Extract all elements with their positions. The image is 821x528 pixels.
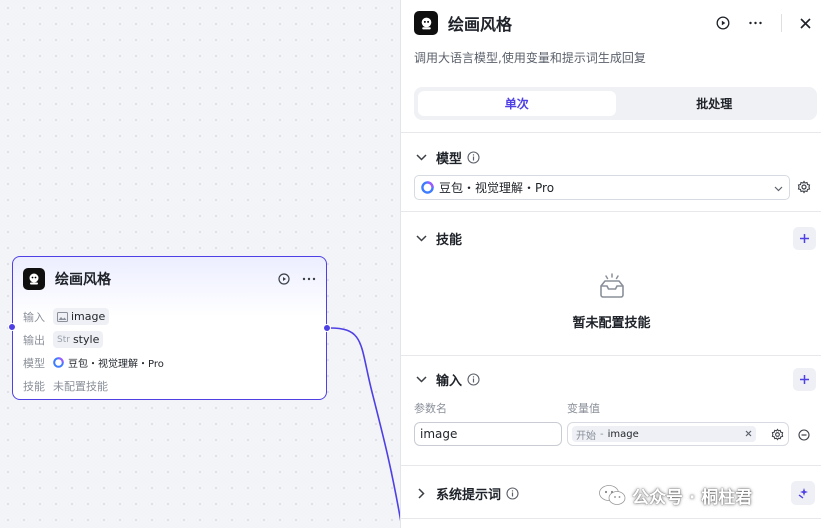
tab-single[interactable]: 单次 [418,91,616,116]
model-label: 模型 [23,356,45,370]
watermark: 公众号 · 桐柱君 [598,480,752,510]
section-divider [401,355,821,356]
skill-section-title: 技能 [436,232,463,248]
node-header: 绘画风格 [23,267,316,291]
more-icon[interactable] [748,21,763,25]
var-value-column-label: 变量值 [567,402,600,415]
var-name: image [607,428,639,440]
skill-label: 技能 [23,379,45,393]
section-divider [401,132,821,133]
model-select[interactable]: 豆包・视觉理解・Pro [414,175,790,200]
add-input-button[interactable] [793,367,816,391]
node-output-port[interactable] [323,324,331,332]
image-icon [57,311,68,322]
run-mode-tabs: 单次 批处理 [414,87,817,120]
input-section-header[interactable]: 输入 [414,367,816,391]
gear-icon[interactable] [797,180,811,194]
node-model-row: 模型 豆包・视觉理解・Pro [23,351,316,374]
clear-icon[interactable] [745,429,752,440]
node-input-port[interactable] [8,323,16,331]
var-value-field[interactable]: 开始 - image [567,422,789,446]
output-value: style [72,333,100,346]
node-input-row: 输入 image [23,305,316,328]
more-icon[interactable] [302,277,316,281]
output-label: 输出 [23,333,45,347]
chevron-down-icon[interactable] [414,231,428,245]
plus-icon [800,374,809,384]
plus-icon [800,233,809,243]
var-separator: - [600,428,604,440]
add-skill-button[interactable] [793,226,816,250]
header-divider [781,14,782,32]
chevron-down-icon[interactable] [414,150,428,164]
model-section-title: 模型 [436,151,463,167]
input-value: image [71,310,106,323]
section-divider [401,211,821,212]
input-label: 输入 [23,310,45,324]
node-title: 绘画风格 [55,272,111,288]
section-divider [401,518,821,519]
string-type-icon: Str [57,334,70,345]
input-chip: image [53,308,110,325]
prompt-section-title: 系统提示词 [436,487,502,503]
skill-empty-state: 暂未配置技能 [401,272,821,331]
var-source: 开始 [576,430,596,442]
llm-node-card[interactable]: 绘画风格 输入 image 输出 Str style 模型 豆包・视觉理解・Pr… [8,256,331,400]
gear-icon[interactable] [771,427,784,441]
empty-box-icon [599,273,624,298]
tab-batch[interactable]: 批处理 [616,91,814,116]
doubao-logo-icon [421,181,434,194]
skill-value: 未配置技能 [53,379,108,393]
input-section-title: 输入 [436,373,463,389]
param-name-column-label: 参数名 [414,402,447,415]
info-icon[interactable] [467,150,480,164]
sparkle-icon [798,488,808,499]
param-name-input[interactable]: image [414,422,562,446]
app-logo-icon [414,11,438,35]
model-value: 豆包・视觉理解・Pro [68,359,164,370]
info-icon[interactable] [506,486,519,500]
info-icon[interactable] [467,372,480,386]
node-skill-row: 技能 未配置技能 [23,374,316,397]
play-icon[interactable] [278,273,290,285]
skill-empty-text: 暂未配置技能 [572,316,651,331]
run-icon[interactable] [716,16,730,30]
chevron-down-icon[interactable] [414,372,428,386]
var-reference-chip: 开始 - image [572,426,756,442]
panel-header: 绘画风格 [414,11,811,35]
panel-title: 绘画风格 [448,15,513,34]
panel-description: 调用大语言模型,使用变量和提示词生成回复 [414,51,646,65]
remove-row-icon[interactable] [798,429,810,441]
chevron-down-icon [774,181,783,195]
app-logo-icon [23,268,45,290]
output-chip: Str style [53,331,104,348]
node-config-panel: 绘画风格 调用大语言模型,使用变量和提示词生成回复 单次 批处理 模型 豆包・视… [400,0,821,528]
ai-generate-button[interactable] [791,481,815,505]
section-divider [401,465,821,466]
edge-path [329,327,400,522]
skill-section-header[interactable]: 技能 [414,226,816,250]
node-output-row: 输出 Str style [23,328,316,351]
doubao-logo-icon [53,357,64,368]
chevron-right-icon[interactable] [414,486,428,500]
close-icon[interactable] [800,17,811,29]
model-select-value: 豆包・视觉理解・Pro [439,181,555,195]
wechat-icon [599,485,626,505]
workflow-canvas[interactable]: 绘画风格 输入 image 输出 Str style 模型 豆包・视觉理解・Pr… [0,0,400,528]
watermark-text: 公众号 · 桐柱君 [632,487,753,508]
model-section-header[interactable]: 模型 [414,146,816,168]
